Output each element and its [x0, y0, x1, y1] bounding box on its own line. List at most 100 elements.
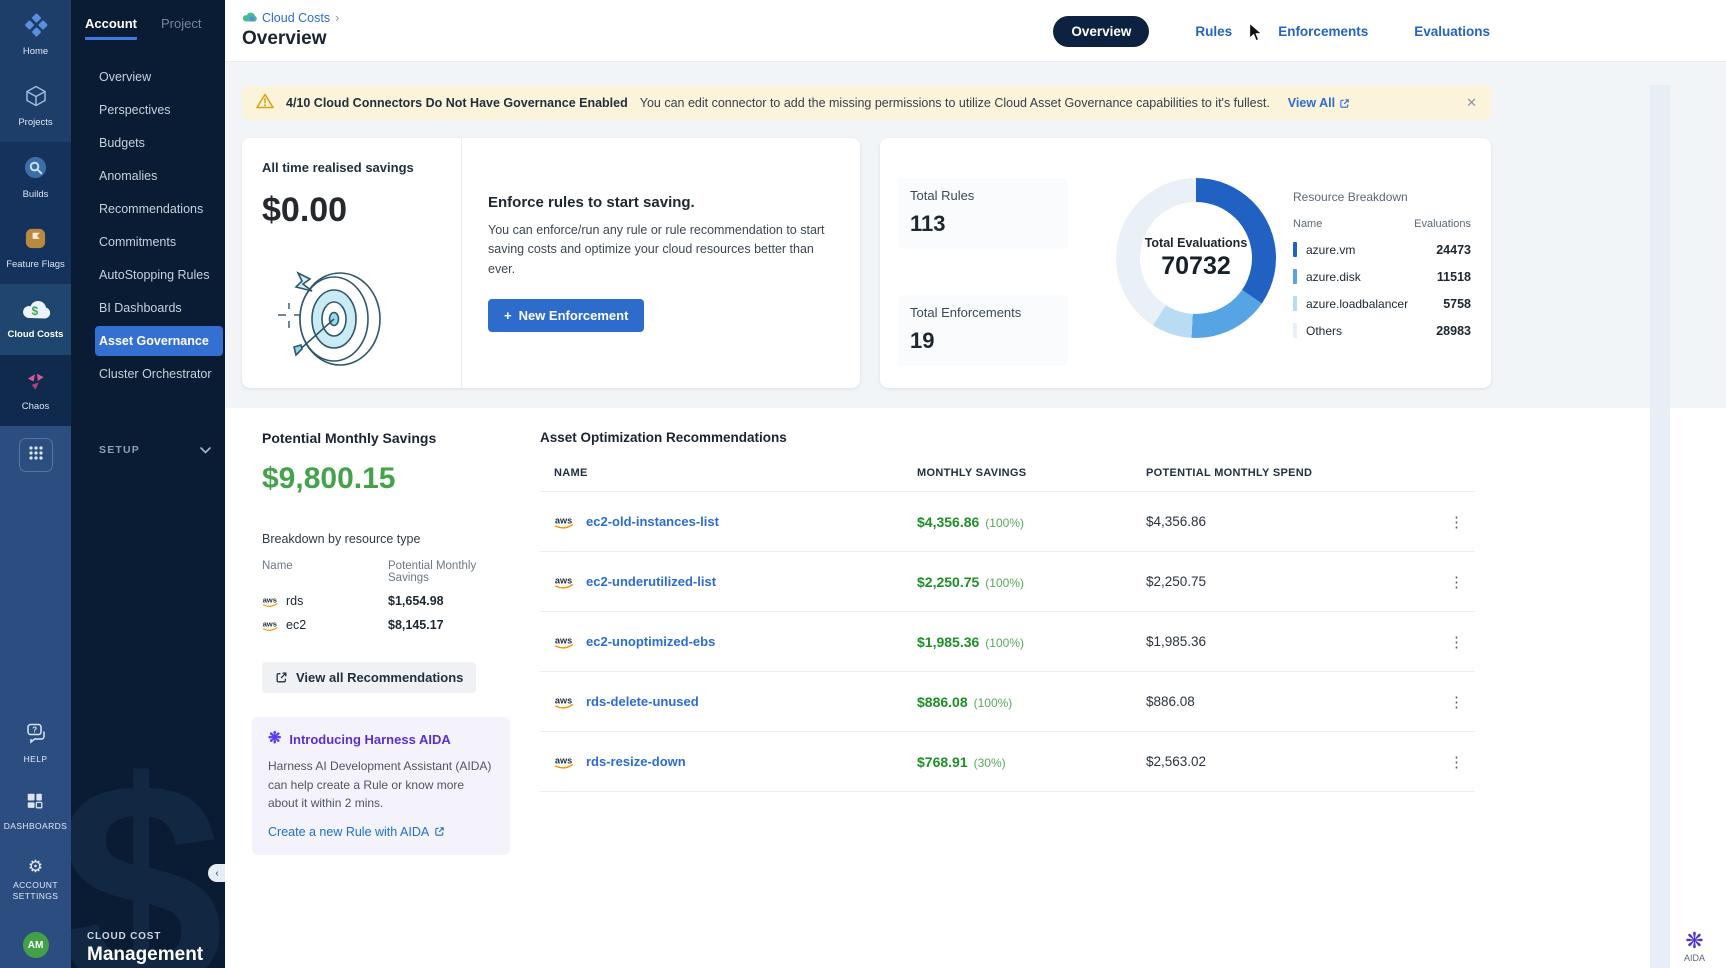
- sidebar-item-budgets[interactable]: Budgets: [95, 128, 225, 158]
- svg-text:aws: aws: [555, 575, 572, 585]
- tab-overview[interactable]: Overview: [1053, 16, 1149, 47]
- legend-row: azure.loadbalancer 5758: [1293, 296, 1471, 311]
- swatch-others: [1293, 323, 1297, 338]
- banner-message: You can edit connector to add the missin…: [640, 96, 1270, 110]
- row-menu-icon[interactable]: ⋮: [1439, 573, 1475, 591]
- breakdown-subtitle: Breakdown by resource type: [262, 532, 510, 546]
- setup-section-toggle[interactable]: SETUP: [99, 441, 211, 459]
- governance-stats-card: Total Rules 113 Total Enforcements 19: [880, 138, 1491, 388]
- aws-icon: aws: [554, 574, 576, 590]
- new-enforcement-button[interactable]: + New Enforcement: [488, 299, 644, 332]
- table-row: aws ec2-unoptimized-ebs $1,985.36(100%) …: [540, 612, 1475, 672]
- module-rail: Home Projects Builds Feature Flags: [0, 0, 71, 968]
- banner-view-all-link[interactable]: View All: [1288, 96, 1350, 110]
- row-menu-icon[interactable]: ⋮: [1439, 753, 1475, 771]
- swatch-azure-disk: [1293, 269, 1297, 284]
- total-enforcements-tile: Total Enforcements 19: [898, 295, 1068, 366]
- svg-text:aws: aws: [555, 635, 572, 645]
- external-link-icon: [434, 826, 445, 837]
- aida-flower-icon: ❋: [1685, 930, 1703, 952]
- sidebar-item-asset-governance[interactable]: Asset Governance: [95, 326, 223, 356]
- flag-icon: [24, 227, 47, 255]
- rule-link[interactable]: ec2-old-instances-list: [586, 514, 719, 529]
- row-menu-icon[interactable]: ⋮: [1439, 633, 1475, 651]
- svg-text:aws: aws: [555, 755, 572, 765]
- table-row: aws ec2-old-instances-list $4,356.86(100…: [540, 492, 1475, 552]
- governance-warning-banner: 4/10 Cloud Connectors Do Not Have Govern…: [242, 86, 1491, 120]
- scrollbar-track[interactable]: [1650, 85, 1670, 968]
- aida-title: Introducing Harness AIDA: [289, 732, 450, 747]
- target-illustration: [268, 257, 392, 374]
- builds-icon: [23, 155, 48, 185]
- cta-title: Enforce rules to start saving.: [488, 194, 834, 211]
- breadcrumb[interactable]: Cloud Costs ›: [242, 11, 339, 25]
- main-area: Cloud Costs › Overview Overview Rules En…: [225, 0, 1726, 968]
- potential-savings-title: Potential Monthly Savings: [262, 430, 510, 446]
- legend-row: azure.vm 24473: [1293, 242, 1471, 257]
- rail-item-dashboards[interactable]: DASHBOARDS: [4, 791, 68, 832]
- row-menu-icon[interactable]: ⋮: [1439, 513, 1475, 531]
- rail-item-builds[interactable]: Builds: [0, 142, 71, 213]
- view-all-recommendations-button[interactable]: View all Recommendations: [262, 662, 476, 693]
- tab-account[interactable]: Account: [85, 16, 137, 40]
- rail-item-projects[interactable]: Projects: [0, 71, 71, 142]
- scope-tabs: Account Project: [71, 0, 225, 40]
- gear-icon: ⚙: [28, 858, 43, 875]
- cta-body: You can enforce/run any rule or rule rec…: [488, 221, 834, 279]
- swatch-azure-vm: [1293, 242, 1297, 257]
- row-menu-icon[interactable]: ⋮: [1439, 693, 1475, 711]
- sidebar-item-overview[interactable]: Overview: [95, 62, 225, 92]
- cloud-icon: [242, 11, 257, 25]
- rule-link[interactable]: rds-resize-down: [586, 754, 686, 769]
- sidebar-item-autostopping-rules[interactable]: AutoStopping Rules: [95, 260, 225, 290]
- tab-rules[interactable]: Rules: [1195, 24, 1232, 39]
- sidebar-menu: Overview Perspectives Budgets Anomalies …: [71, 62, 225, 389]
- sidebar-collapse-handle[interactable]: ‹: [208, 864, 225, 882]
- rail-item-help[interactable]: ? HELP: [24, 722, 48, 765]
- tab-evaluations[interactable]: Evaluations: [1414, 24, 1490, 39]
- potential-savings-amount: $9,800.15: [262, 462, 510, 496]
- rail-item-home[interactable]: Home: [0, 0, 71, 71]
- app-root: Home Projects Builds Feature Flags: [0, 0, 1726, 968]
- sidebar-item-cluster-orchestrator[interactable]: Cluster Orchestrator: [95, 359, 225, 389]
- rail-item-account-settings[interactable]: ⚙ ACCOUNT SETTINGS: [7, 858, 65, 902]
- sidebar-footer: CLOUD COST Management: [87, 931, 203, 966]
- dashboards-icon: [25, 791, 45, 816]
- aida-body: Harness AI Development Assistant (AIDA) …: [268, 757, 494, 813]
- rail-item-feature-flags[interactable]: Feature Flags: [0, 213, 71, 284]
- top-nav-tabs: Overview Rules Enforcements Evaluations: [1053, 0, 1490, 62]
- legend-row: Others 28983: [1293, 323, 1471, 338]
- rule-link[interactable]: ec2-underutilized-list: [586, 574, 716, 589]
- rule-link[interactable]: rds-delete-unused: [586, 694, 699, 709]
- rail-item-cloud-costs[interactable]: $ Cloud Costs: [0, 284, 71, 355]
- sidebar-item-recommendations[interactable]: Recommendations: [95, 194, 225, 224]
- aida-flower-icon: ❋: [268, 731, 281, 747]
- chaos-icon: [24, 369, 47, 397]
- tab-enforcements[interactable]: Enforcements: [1278, 24, 1368, 39]
- close-icon[interactable]: ✕: [1466, 95, 1477, 111]
- warning-triangle-icon: [256, 93, 274, 114]
- sidebar-item-perspectives[interactable]: Perspectives: [95, 95, 225, 125]
- svg-text:?: ?: [32, 725, 37, 734]
- swatch-azure-loadbalancer: [1293, 296, 1297, 311]
- aws-icon: aws: [554, 754, 576, 770]
- svg-text:$: $: [31, 304, 38, 318]
- sidebar-item-commitments[interactable]: Commitments: [95, 227, 225, 257]
- ccm-sidebar: $ Account Project Overview Perspectives …: [71, 0, 225, 968]
- sidebar-item-anomalies[interactable]: Anomalies: [95, 161, 225, 191]
- chevron-down-icon: [200, 441, 211, 459]
- svg-text:aws: aws: [555, 695, 572, 705]
- create-rule-with-aida-link[interactable]: Create a new Rule with AIDA: [268, 825, 494, 839]
- page-header: Cloud Costs › Overview Overview Rules En…: [225, 0, 1726, 62]
- user-avatar[interactable]: AM: [23, 932, 49, 958]
- legend-row: azure.disk 11518: [1293, 269, 1471, 284]
- sidebar-item-bi-dashboards[interactable]: BI Dashboards: [95, 293, 225, 323]
- dollar-watermark: $: [71, 714, 224, 968]
- module-grid-button[interactable]: [19, 438, 53, 472]
- rail-item-chaos[interactable]: Chaos: [0, 355, 71, 426]
- rule-link[interactable]: ec2-unoptimized-ebs: [586, 634, 715, 649]
- tab-project[interactable]: Project: [161, 16, 201, 40]
- aws-icon: aws: [554, 634, 576, 650]
- savings-label: All time realised savings: [262, 160, 461, 175]
- aida-fab[interactable]: ❋ AIDA: [1684, 930, 1705, 963]
